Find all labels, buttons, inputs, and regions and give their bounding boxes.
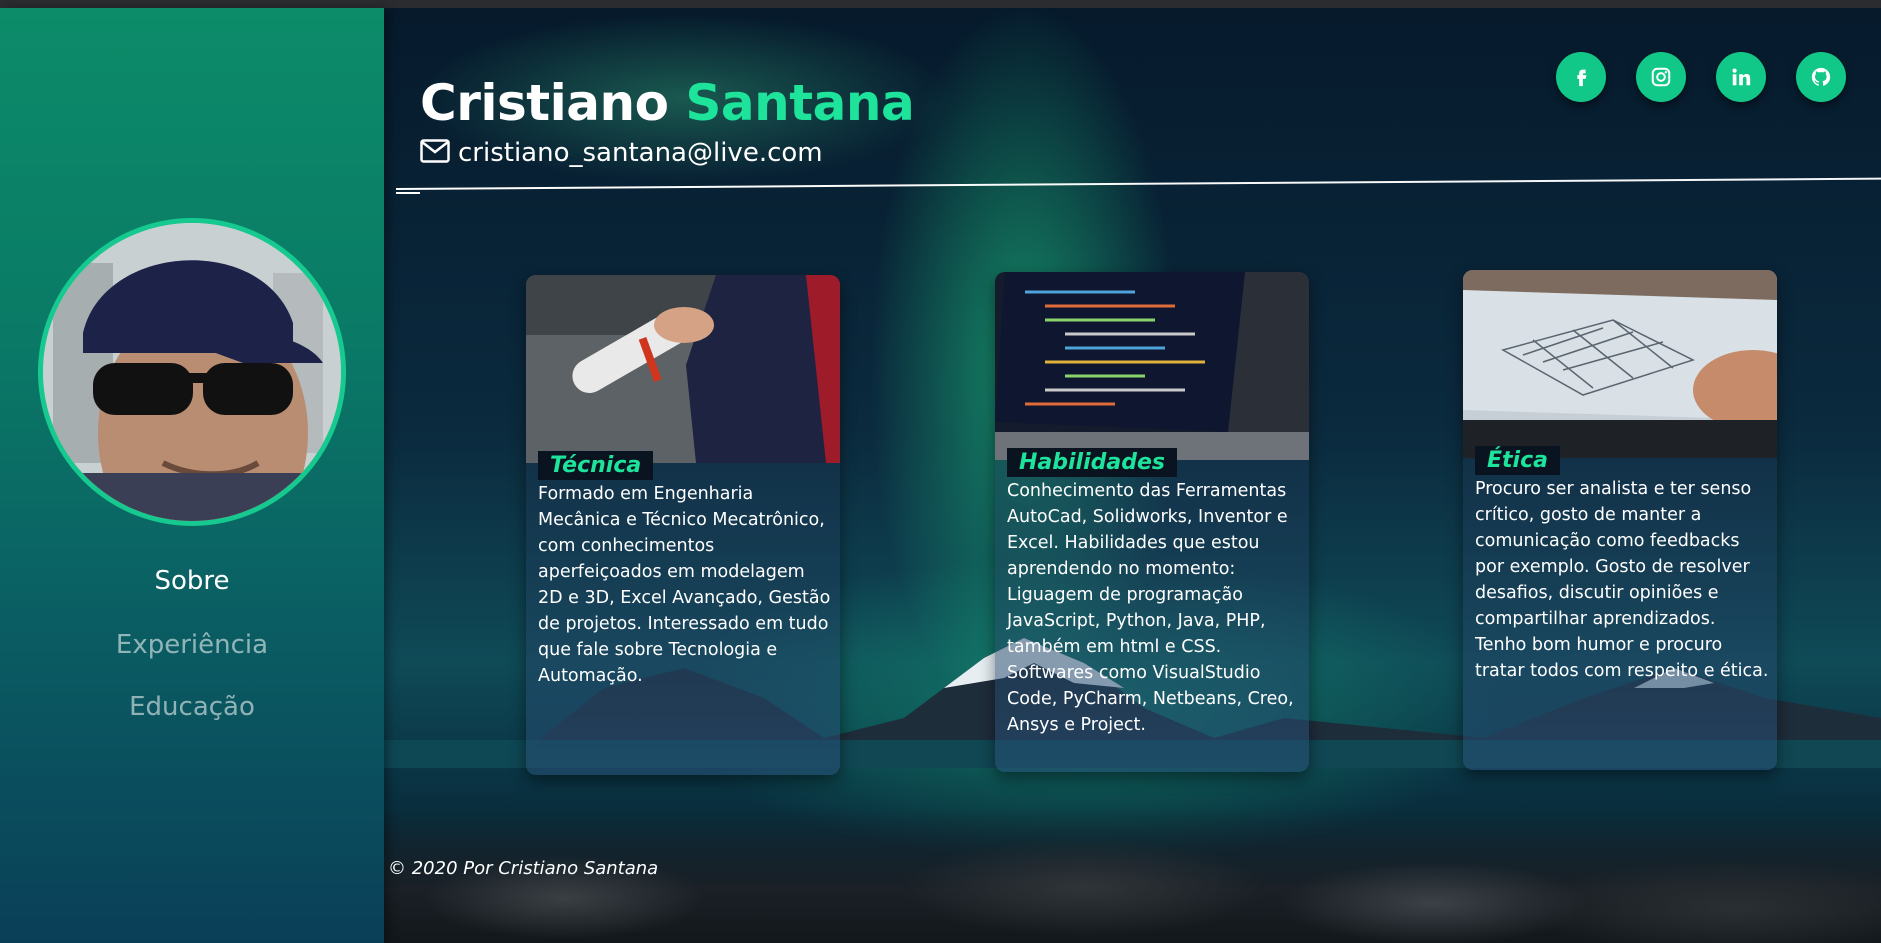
footer-copyright: © 2020 Por Cristiano Santana [388,858,659,879]
card-text: Procuro ser analista e ter senso crítico… [1475,479,1769,681]
facebook-icon [1577,69,1587,87]
card-etica: Ética Procuro ser analista e ter senso c… [1463,270,1777,770]
envelope-icon [420,138,450,168]
github-button[interactable] [1796,52,1846,102]
facebook-button[interactable] [1556,52,1606,102]
sidebar: Sobre Experiência Educação [0,8,384,943]
card-title: Técnica [538,451,654,480]
graduation-diploma-image [526,275,840,463]
email-row[interactable]: cristiano_santana@live.com [420,138,823,168]
nav-item-experiencia[interactable]: Experiência [0,630,384,660]
card-tecnica: Técnica Formado em Engenharia Mecânica e… [526,275,840,775]
avatar-photo [43,223,341,521]
linkedin-icon [1732,68,1751,86]
instagram-icon [1651,67,1671,87]
github-icon [1811,67,1831,86]
header-divider-mark [396,192,420,194]
portfolio-page: Sobre Experiência Educação Cristiano San… [0,0,1881,943]
email-link[interactable]: cristiano_santana@live.com [458,138,823,168]
linkedin-button[interactable] [1716,52,1766,102]
cad-laptop-image [1463,270,1777,458]
page-title: Cristiano Santana [420,74,915,132]
social-links [1556,52,1846,102]
card-text: Conhecimento das Ferramentas AutoCad, So… [1007,481,1294,735]
avatar [38,218,346,526]
nav-item-sobre[interactable]: Sobre [0,566,384,596]
code-editor-laptop-image [995,272,1309,460]
last-name: Santana [685,74,915,132]
card-title: Habilidades [1007,448,1177,477]
instagram-button[interactable] [1636,52,1686,102]
nav-item-educacao[interactable]: Educação [0,692,384,722]
browser-top-edge [0,0,1881,8]
first-name: Cristiano [420,74,669,132]
card-title: Ética [1475,446,1560,475]
card-text: Formado em Engenharia Mecânica e Técnico… [538,484,831,686]
card-habilidades: Habilidades Conhecimento das Ferramentas… [995,272,1309,772]
